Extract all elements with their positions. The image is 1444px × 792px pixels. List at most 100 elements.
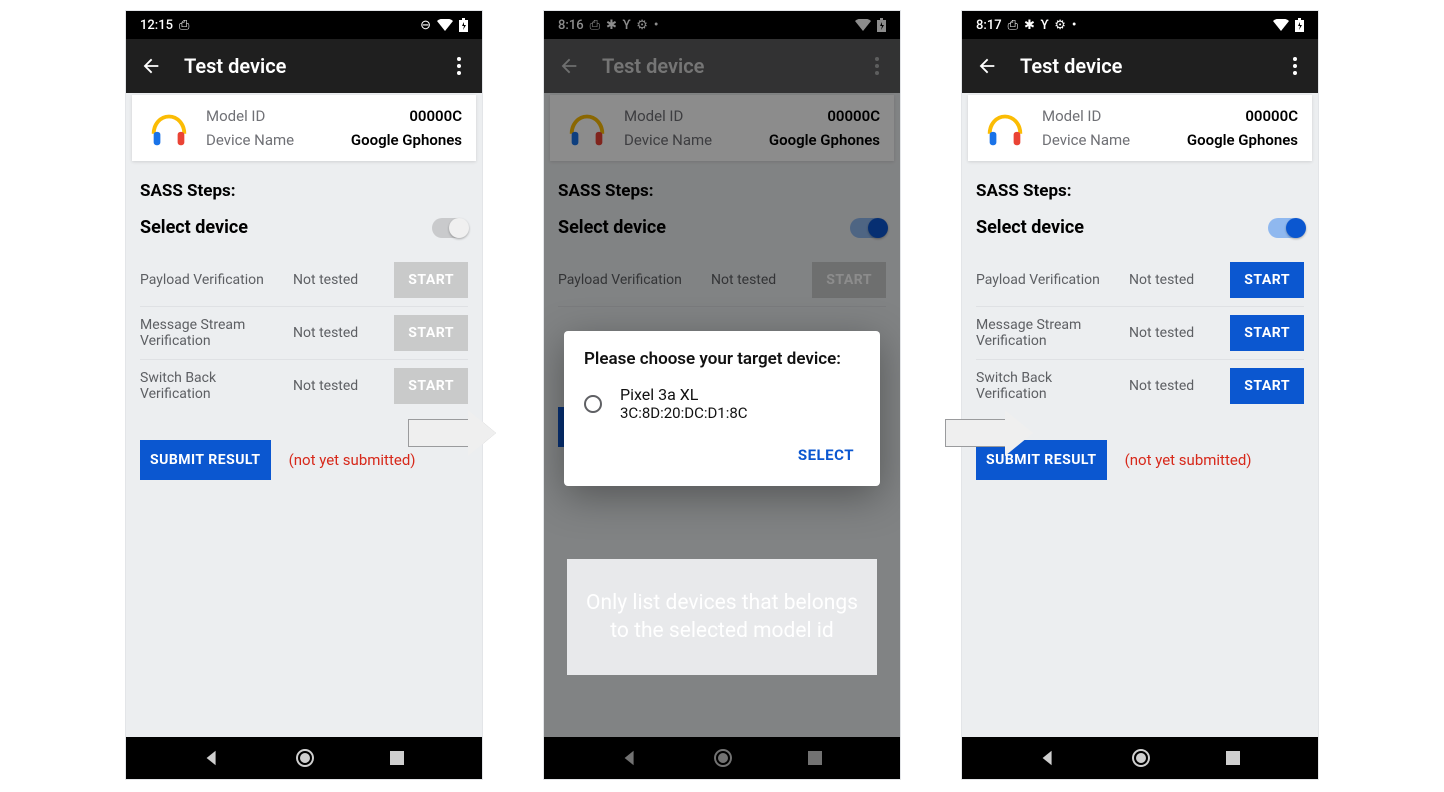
select-device-row: Select device <box>558 217 886 238</box>
wifi-icon <box>1273 19 1289 31</box>
device-card: Model ID 00000C Device Name Google Gphones <box>968 95 1312 161</box>
app-bar: Test device <box>126 39 482 93</box>
model-id-label: Model ID <box>1042 107 1101 125</box>
nav-back-icon[interactable] <box>621 749 639 767</box>
test-row: Switch Back VerificationNot testedSTART <box>140 360 468 412</box>
sass-steps-heading: SASS Steps: <box>558 181 886 201</box>
battery-icon <box>459 18 468 32</box>
select-device-row: Select device <box>140 217 468 238</box>
test-list: Payload VerificationNot testedSTART <box>558 254 886 307</box>
nav-home-icon[interactable] <box>1131 748 1151 768</box>
test-row: Payload VerificationNot testedSTART <box>140 254 468 307</box>
status-time: 8:17 <box>976 18 1002 33</box>
select-device-toggle[interactable] <box>1268 218 1304 238</box>
more-icon[interactable] <box>450 57 468 75</box>
status-time: 12:15 <box>140 18 173 33</box>
back-icon[interactable] <box>976 55 998 77</box>
nav-recent-icon[interactable] <box>807 750 823 766</box>
test-row: Message Stream VerificationNot testedSTA… <box>976 307 1304 360</box>
dnd-icon: ⊖ <box>420 18 431 33</box>
nav-recent-icon[interactable] <box>389 750 405 766</box>
back-icon[interactable] <box>558 55 580 77</box>
device-name-label: Device Name <box>1042 131 1130 149</box>
test-row: Payload VerificationNot testedSTART <box>558 254 886 307</box>
device-name-label: Device Name <box>206 131 294 149</box>
nav-back-icon[interactable] <box>1039 749 1057 767</box>
submit-result-button[interactable]: SUBMIT RESULT <box>140 440 271 480</box>
dialog-title: Please choose your target device: <box>584 349 860 369</box>
wifi-icon <box>855 19 871 31</box>
device-name-value: Google Gphones <box>351 131 462 149</box>
sass-steps-heading: SASS Steps: <box>976 181 1304 201</box>
appbar-title: Test device <box>184 54 286 78</box>
back-icon[interactable] <box>140 55 162 77</box>
headphones-icon <box>146 105 192 151</box>
app-bar: Test device <box>544 39 900 93</box>
wifi-icon <box>437 19 453 31</box>
status-icon: ⎙ <box>179 18 189 33</box>
model-id-value: 00000C <box>1245 107 1298 125</box>
model-id-label: Model ID <box>206 107 265 125</box>
start-button[interactable]: START <box>394 315 468 351</box>
test-list: Payload VerificationNot testedSTART Mess… <box>976 254 1304 412</box>
headphones-icon <box>564 105 610 151</box>
nav-bar <box>126 737 482 779</box>
not-submitted-note: (not yet submitted) <box>289 451 416 469</box>
sass-steps-heading: SASS Steps: <box>140 181 468 201</box>
nav-bar <box>962 737 1318 779</box>
select-device-label: Select device <box>976 217 1084 238</box>
start-button[interactable]: START <box>394 262 468 298</box>
device-option-name: Pixel 3a XL <box>620 385 748 404</box>
test-row: Payload VerificationNot testedSTART <box>976 254 1304 307</box>
device-name-label: Device Name <box>624 131 712 149</box>
select-device-toggle[interactable] <box>432 218 468 238</box>
status-time: 8:16 <box>558 18 584 33</box>
battery-icon <box>877 18 886 32</box>
device-option[interactable]: Pixel 3a XL 3C:8D:20:DC:D1:8C <box>584 385 860 422</box>
select-device-toggle[interactable] <box>850 218 886 238</box>
status-dot-icon: • <box>1072 18 1077 33</box>
status-bar: 8:16 ⎙ ✱ ϒ ⚙ • <box>544 11 900 39</box>
select-device-label: Select device <box>558 217 666 238</box>
flow-arrow-icon <box>945 410 1035 456</box>
appbar-title: Test device <box>602 54 704 78</box>
status-icon: ✱ <box>606 18 617 33</box>
app-bar: Test device <box>962 39 1318 93</box>
status-bar: 12:15 ⎙ ⊖ <box>126 11 482 39</box>
nav-home-icon[interactable] <box>295 748 315 768</box>
status-icon: ⎙ <box>590 18 600 33</box>
radio-icon[interactable] <box>584 395 602 413</box>
status-left: 12:15 ⎙ <box>140 18 189 33</box>
nav-back-icon[interactable] <box>203 749 221 767</box>
battery-icon <box>1295 18 1304 32</box>
more-icon[interactable] <box>1286 57 1304 75</box>
hint-overlay: Only list devices that belongs to the se… <box>567 559 877 675</box>
device-card: Model ID 00000C Device Name Google Gphones <box>132 95 476 161</box>
start-button[interactable]: START <box>1230 368 1304 404</box>
status-icon: ⎙ <box>1008 18 1018 33</box>
device-option-mac: 3C:8D:20:DC:D1:8C <box>620 404 748 422</box>
device-card: Model ID 00000C Device Name Google Gphones <box>550 95 894 161</box>
start-button[interactable]: START <box>812 262 886 298</box>
device-name-value: Google Gphones <box>1187 131 1298 149</box>
more-icon[interactable] <box>868 57 886 75</box>
select-device-row: Select device <box>976 217 1304 238</box>
model-id-value: 00000C <box>409 107 462 125</box>
device-name-value: Google Gphones <box>769 131 880 149</box>
nav-home-icon[interactable] <box>713 748 733 768</box>
phone-screen-3: 8:17 ⎙ ✱ ϒ ⚙ • Test device Model ID000 <box>961 10 1319 780</box>
nav-recent-icon[interactable] <box>1225 750 1241 766</box>
not-submitted-note: (not yet submitted) <box>1125 451 1252 469</box>
flow-arrow-icon <box>408 410 498 456</box>
test-row: Message Stream VerificationNot testedSTA… <box>140 307 468 360</box>
model-id-label: Model ID <box>624 107 683 125</box>
start-button[interactable]: START <box>1230 262 1304 298</box>
start-button[interactable]: START <box>1230 315 1304 351</box>
dialog-select-button[interactable]: SELECT <box>792 438 860 472</box>
nav-bar <box>544 737 900 779</box>
test-row: Switch Back VerificationNot testedSTART <box>976 360 1304 412</box>
gear-icon: ⚙ <box>636 18 648 33</box>
phone-screen-2: 8:16 ⎙ ✱ ϒ ⚙ • Test device Model ID000 <box>543 10 901 780</box>
start-button[interactable]: START <box>394 368 468 404</box>
model-id-value: 00000C <box>827 107 880 125</box>
